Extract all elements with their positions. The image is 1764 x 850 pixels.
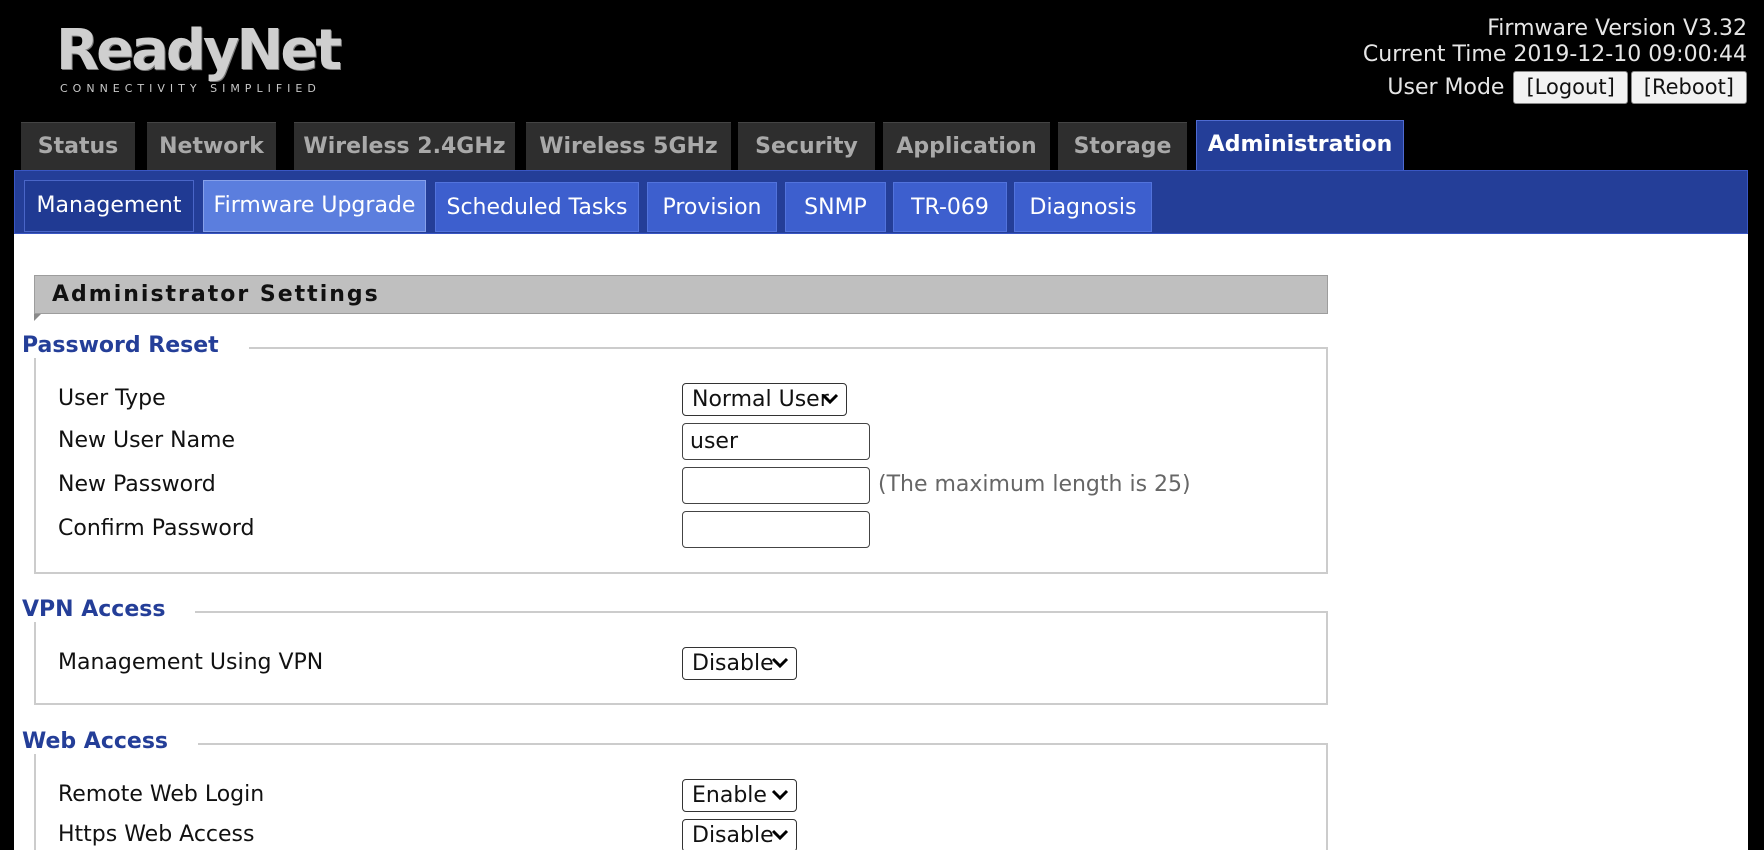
subtab-snmp[interactable]: SNMP xyxy=(785,182,886,232)
firmware-version: Firmware Version V3.32 xyxy=(1487,16,1747,41)
tab-administration[interactable]: Administration xyxy=(1196,120,1404,170)
confirm-password-label: Confirm Password xyxy=(58,516,255,541)
new-user-name-input[interactable]: user xyxy=(682,423,870,460)
password-reset-legend: Password Reset xyxy=(22,333,249,358)
chevron-down-icon xyxy=(771,829,789,841)
subtab-scheduled-tasks[interactable]: Scheduled Tasks xyxy=(435,182,639,232)
management-vpn-label: Management Using VPN xyxy=(58,650,324,675)
router-admin-page: ReadyNet CONNECTIVITY SIMPLIFIED Firmwar… xyxy=(0,0,1764,850)
logo-tagline: CONNECTIVITY SIMPLIFIED xyxy=(60,82,321,95)
subtab-provision[interactable]: Provision xyxy=(647,182,777,232)
user-type-select[interactable]: Normal User xyxy=(682,383,847,416)
logout-button[interactable]: [Logout] xyxy=(1513,71,1628,104)
management-vpn-select[interactable]: Disable xyxy=(682,647,797,680)
tab-status[interactable]: Status xyxy=(21,122,135,170)
https-web-access-value: Disable xyxy=(692,823,774,848)
new-password-input[interactable] xyxy=(682,467,870,504)
subtab-management[interactable]: Management xyxy=(24,180,194,232)
content-panel: Administrator Settings Password Reset Us… xyxy=(14,234,1748,850)
web-access-legend: Web Access xyxy=(22,729,199,754)
max-length-hint: (The maximum length is 25) xyxy=(878,472,1191,497)
readynet-logo: ReadyNet CONNECTIVITY SIMPLIFIED xyxy=(56,18,342,102)
sub-tab-bar: Management Firmware Upgrade Scheduled Ta… xyxy=(14,170,1748,234)
subtab-tr069[interactable]: TR-069 xyxy=(893,182,1007,232)
section-title: Administrator Settings xyxy=(34,275,1328,321)
logo-wordmark: ReadyNet xyxy=(56,18,342,83)
current-time: Current Time 2019-12-10 09:00:44 xyxy=(1362,42,1747,67)
header-controls: User Mode [Logout] [Reboot] xyxy=(1363,71,1747,104)
new-password-label: New Password xyxy=(58,472,216,497)
chevron-down-icon xyxy=(821,393,839,405)
subtab-firmware-upgrade[interactable]: Firmware Upgrade xyxy=(203,180,426,232)
tab-security[interactable]: Security xyxy=(738,122,875,170)
chevron-down-icon xyxy=(771,789,789,801)
remote-web-login-label: Remote Web Login xyxy=(58,782,265,807)
remote-web-login-select[interactable]: Enable xyxy=(682,779,797,812)
chevron-down-icon xyxy=(771,657,789,669)
header-info: Firmware Version V3.32 Current Time 2019… xyxy=(1363,16,1747,104)
subtab-diagnosis[interactable]: Diagnosis xyxy=(1014,182,1152,232)
remote-web-login-value: Enable xyxy=(692,783,767,808)
tab-wireless-24ghz[interactable]: Wireless 2.4GHz xyxy=(294,122,515,170)
tab-wireless-5ghz[interactable]: Wireless 5GHz xyxy=(526,122,731,170)
reboot-button[interactable]: [Reboot] xyxy=(1630,71,1747,104)
https-web-access-label: Https Web Access xyxy=(58,822,255,847)
tab-storage[interactable]: Storage xyxy=(1058,122,1187,170)
vpn-access-legend: VPN Access xyxy=(22,597,196,622)
tab-network[interactable]: Network xyxy=(147,122,276,170)
confirm-password-input[interactable] xyxy=(682,511,870,548)
tab-application[interactable]: Application xyxy=(883,122,1050,170)
new-user-name-label: New User Name xyxy=(58,428,236,453)
https-web-access-select[interactable]: Disable xyxy=(682,819,797,850)
user-type-label: User Type xyxy=(58,386,166,411)
user-mode-label: User Mode xyxy=(1387,74,1505,100)
management-vpn-value: Disable xyxy=(692,651,774,676)
user-type-value: Normal User xyxy=(692,387,829,412)
